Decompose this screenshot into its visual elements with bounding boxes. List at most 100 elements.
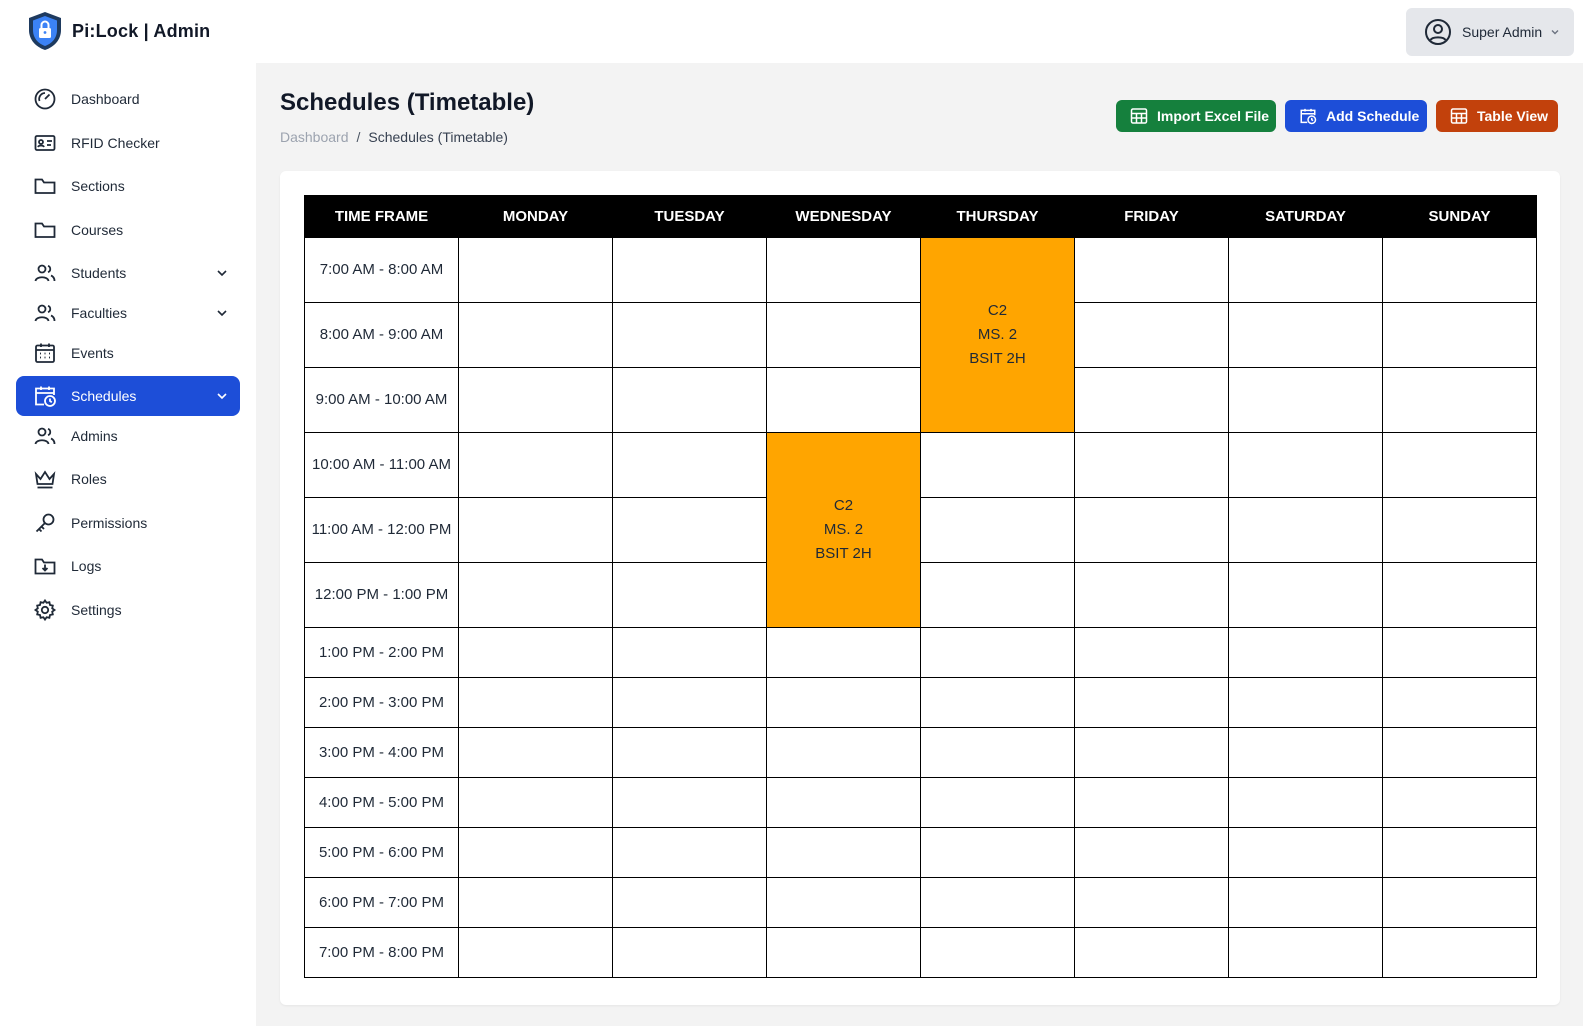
table-cell[interactable] [612,777,767,828]
sidebar-item-faculties[interactable]: Faculties [16,293,240,333]
table-cell[interactable] [1382,432,1537,498]
table-cell[interactable] [766,302,921,368]
table-cell[interactable] [1228,367,1383,433]
table-cell[interactable] [612,302,767,368]
table-cell[interactable] [612,237,767,303]
table-cell[interactable] [1074,777,1229,828]
table-cell[interactable] [612,877,767,928]
table-cell[interactable] [1228,777,1383,828]
table-cell[interactable] [1382,877,1537,928]
table-cell[interactable] [1228,727,1383,778]
table-cell[interactable] [1382,367,1537,433]
table-cell[interactable] [612,432,767,498]
table-cell[interactable] [1074,827,1229,878]
table-cell[interactable] [612,562,767,628]
schedule-slot-thursday[interactable]: C2 MS. 2 BSIT 2H [920,237,1075,433]
table-cell[interactable] [1228,497,1383,563]
table-view-button[interactable]: Table View [1436,100,1558,132]
table-cell[interactable] [1228,302,1383,368]
table-cell[interactable] [1228,432,1383,498]
table-cell[interactable] [1074,367,1229,433]
table-cell[interactable] [612,727,767,778]
table-cell[interactable] [1382,562,1537,628]
table-cell[interactable] [612,677,767,728]
sidebar-item-roles[interactable]: Roles [16,459,240,499]
table-cell[interactable] [1074,677,1229,728]
table-cell[interactable] [1228,927,1383,978]
table-cell[interactable] [458,432,613,498]
table-cell[interactable] [1382,727,1537,778]
table-cell[interactable] [766,677,921,728]
sidebar-item-dashboard[interactable]: Dashboard [16,79,240,119]
table-cell[interactable] [766,627,921,678]
breadcrumb-link-dashboard[interactable]: Dashboard [280,129,349,145]
table-cell[interactable] [612,627,767,678]
table-cell[interactable] [1382,302,1537,368]
table-cell[interactable] [458,827,613,878]
table-cell[interactable] [920,877,1075,928]
table-cell[interactable] [920,497,1075,563]
table-cell[interactable] [1228,877,1383,928]
sidebar-item-logs[interactable]: Logs [16,546,240,586]
table-cell[interactable] [1382,627,1537,678]
table-cell[interactable] [1228,627,1383,678]
table-cell[interactable] [766,877,921,928]
table-cell[interactable] [1074,927,1229,978]
brand[interactable]: Pi:Lock | Admin [26,10,210,52]
table-cell[interactable] [1228,827,1383,878]
table-cell[interactable] [766,827,921,878]
table-cell[interactable] [458,497,613,563]
table-cell[interactable] [1382,677,1537,728]
table-cell[interactable] [1228,677,1383,728]
table-cell[interactable] [458,677,613,728]
sidebar-item-events[interactable]: Events [16,333,240,373]
table-cell[interactable] [458,877,613,928]
table-cell[interactable] [920,777,1075,828]
table-cell[interactable] [1228,237,1383,303]
table-cell[interactable] [766,927,921,978]
table-cell[interactable] [612,927,767,978]
table-cell[interactable] [1074,302,1229,368]
add-schedule-button[interactable]: Add Schedule [1285,100,1427,132]
table-cell[interactable] [766,777,921,828]
table-cell[interactable] [1074,627,1229,678]
table-cell[interactable] [458,727,613,778]
sidebar-item-admins[interactable]: Admins [16,416,240,456]
table-cell[interactable] [920,562,1075,628]
table-cell[interactable] [766,367,921,433]
table-cell[interactable] [458,367,613,433]
table-cell[interactable] [1382,827,1537,878]
table-cell[interactable] [612,497,767,563]
table-cell[interactable] [920,432,1075,498]
sidebar-item-rfid-checker[interactable]: RFID Checker [16,123,240,163]
table-cell[interactable] [1382,927,1537,978]
sidebar-item-sections[interactable]: Sections [16,166,240,206]
table-cell[interactable] [1074,562,1229,628]
sidebar-item-students[interactable]: Students [16,253,240,293]
table-cell[interactable] [1382,497,1537,563]
sidebar-item-schedules[interactable]: Schedules [16,376,240,416]
table-cell[interactable] [1074,497,1229,563]
table-cell[interactable] [766,237,921,303]
table-cell[interactable] [1074,727,1229,778]
table-cell[interactable] [612,367,767,433]
user-menu-button[interactable]: Super Admin [1406,8,1574,56]
table-cell[interactable] [1382,237,1537,303]
sidebar-item-courses[interactable]: Courses [16,210,240,250]
table-cell[interactable] [920,927,1075,978]
table-cell[interactable] [458,627,613,678]
table-cell[interactable] [766,727,921,778]
table-cell[interactable] [1228,562,1383,628]
table-cell[interactable] [458,777,613,828]
table-cell[interactable] [458,302,613,368]
table-cell[interactable] [1382,777,1537,828]
table-cell[interactable] [1074,237,1229,303]
table-cell[interactable] [920,727,1075,778]
table-cell[interactable] [920,827,1075,878]
import-excel-button[interactable]: Import Excel File [1116,100,1276,132]
sidebar-item-settings[interactable]: Settings [16,590,240,630]
table-cell[interactable] [458,562,613,628]
table-cell[interactable] [612,827,767,878]
schedule-slot-wednesday[interactable]: C2 MS. 2 BSIT 2H [766,432,921,628]
sidebar-item-permissions[interactable]: Permissions [16,503,240,543]
